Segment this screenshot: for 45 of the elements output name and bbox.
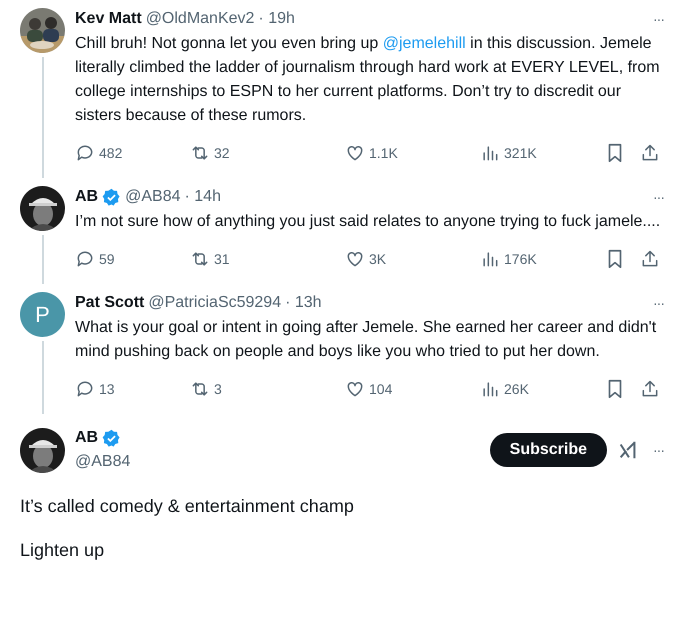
author-name[interactable]: AB [75,426,98,450]
reply-count: 59 [99,251,115,267]
author-handle[interactable]: @AB84 [125,186,180,208]
author-handle[interactable]: @OldManKev2 [146,8,254,30]
more-button[interactable]: ··· [653,292,664,314]
subscribe-button[interactable]: Subscribe [490,433,607,467]
reply-icon[interactable] [75,249,95,269]
share-icon[interactable] [640,379,660,399]
view-count: 176K [504,251,537,267]
like-count: 104 [369,381,392,397]
author-name[interactable]: AB [75,186,98,208]
verified-badge-icon [102,428,122,448]
author-handle[interactable]: @AB84 [75,450,480,474]
like-icon[interactable] [345,379,365,399]
reply-icon[interactable] [75,379,95,399]
post-time[interactable]: · 19h [258,8,295,30]
more-button[interactable]: ··· [653,442,664,458]
repost-count: 3 [214,381,222,397]
author-name[interactable]: Pat Scott [75,292,144,314]
post-text: Lighten up [20,539,106,562]
like-count: 1.1K [369,145,398,161]
post-text: What is your goal or intent in going after Jemele. She earned her career and didn't mind pushing back on people and boys like you who tried to put her down. [75,318,658,362]
more-button[interactable]: ··· [653,8,664,30]
share-icon[interactable] [640,143,660,163]
author-name[interactable]: Kev Matt [75,8,142,30]
author-handle[interactable]: @PatriciaSc59294 [148,292,282,314]
avatar-initial[interactable]: P [20,292,65,337]
repost-count: 32 [214,145,230,161]
post-text: Chill bruh! Not gonna let you even bring up @jemelehill in this discussion. Jemele literally climbed the ladder of journalism through hard work at EVERY LEVEL, from college internships to ESPN to her current platforms. Don’t try to discredit our sisters because of these rumors. [75,34,661,126]
post-text: It’s called comedy & entertainment champ [20,495,355,518]
reply-count: 482 [99,145,122,161]
repost-count: 31 [214,251,230,267]
view-count: 321K [504,145,537,161]
post-time[interactable]: · 13h [285,292,322,314]
view-count: 26K [504,381,529,397]
more-button[interactable]: ··· [653,186,664,208]
post-time[interactable]: · 14h [184,186,221,208]
reply-count: 13 [99,381,115,397]
post-text: I’m not sure how of anything you just said relates to anyone trying to fuck jamele.... [75,212,662,232]
verified-badge-icon [102,188,122,206]
like-count: 3K [369,251,386,267]
like-icon[interactable] [345,143,365,163]
reply-icon[interactable] [75,143,95,163]
like-icon[interactable] [345,249,365,269]
share-icon[interactable] [640,249,660,269]
